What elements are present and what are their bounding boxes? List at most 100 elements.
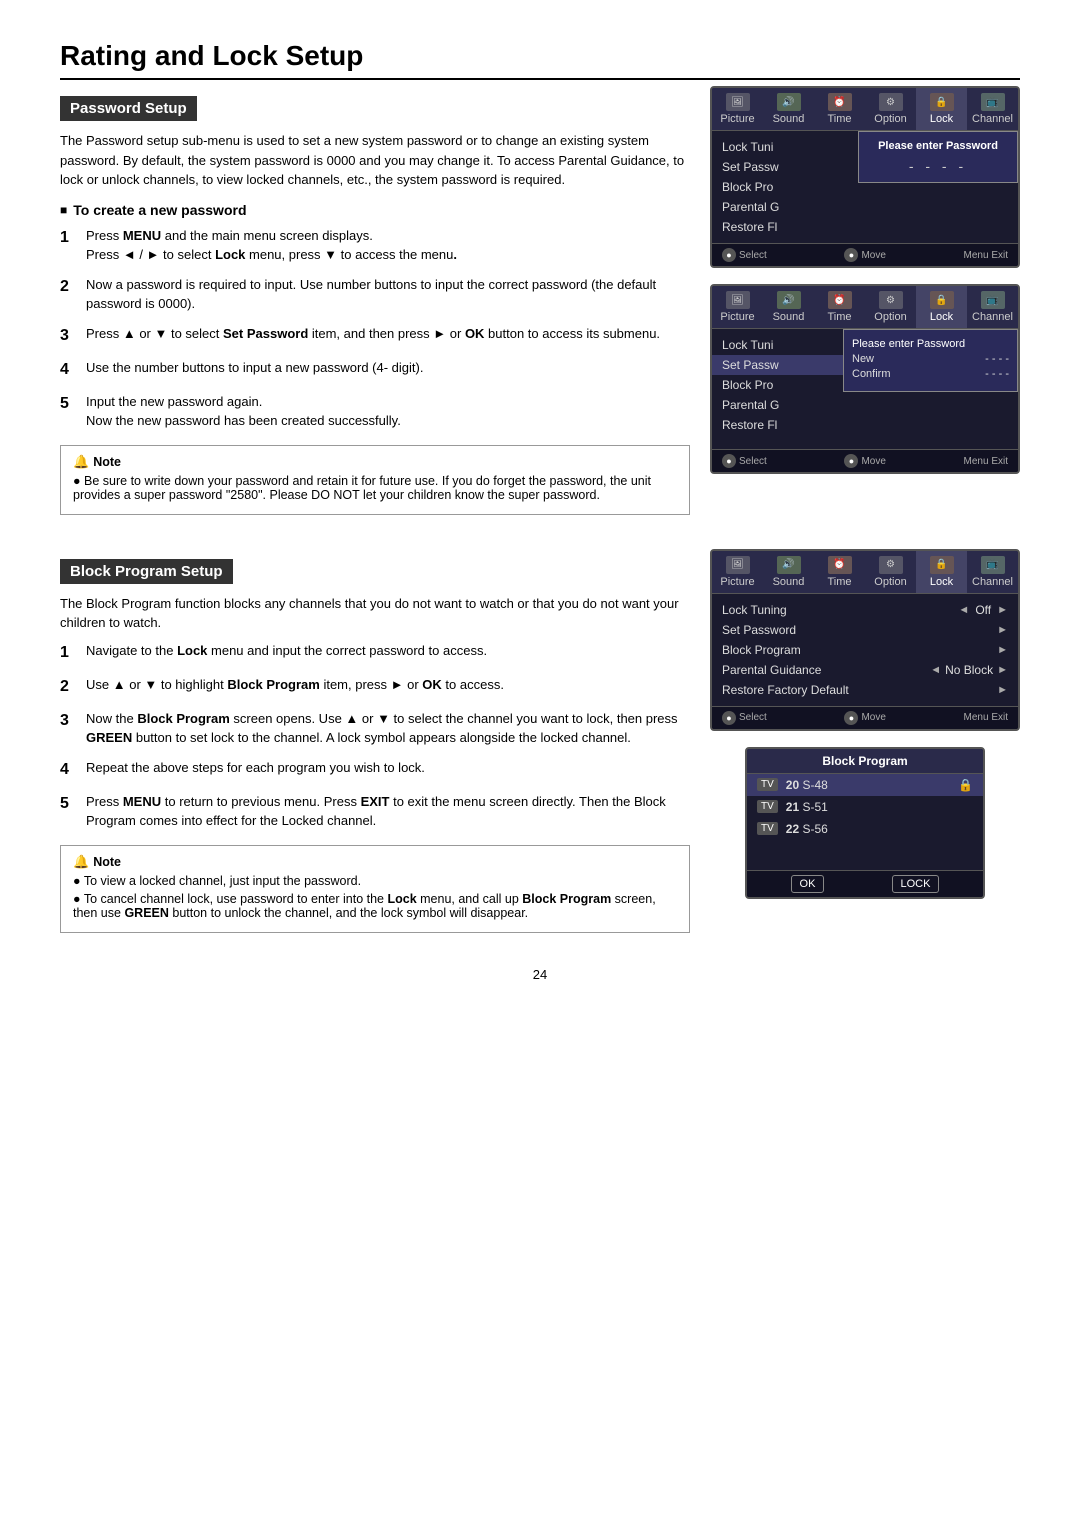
tv-footer-2: ● Select ● Move Menu Exit [712,449,1018,472]
move-btn-1: ● [844,248,858,262]
footer-exit-1: Menu Exit [964,248,1008,262]
new-label: New [852,353,874,365]
bp-ok-button[interactable]: OK [791,875,825,893]
bp-step-4: 4 Repeat the above steps for each progra… [60,758,690,782]
footer-move-1: ● Move [844,248,885,262]
time-icon-2: ⏰ [828,291,852,309]
tv-content-3: Lock Tuning ◄ Off ► Set Password ► Block… [712,594,1018,706]
new-dots: - - - - [985,353,1009,365]
bp-channel-row-1: TV 20 S-48 🔒 [747,774,983,796]
bp-step-1-text: Navigate to the Lock menu and input the … [86,641,487,665]
block-program-section: Block Program Setup The Block Program fu… [60,549,1020,947]
bp-step-3-num: 3 [60,709,76,748]
menu-channel-1: 📺 Channel [967,88,1018,130]
menu-time-label-2: Time [827,311,851,323]
picture-icon-2: 🖼 [726,291,750,309]
tv-menu-bar-2: 🖼 Picture 🔊 Sound ⏰ Time ⚙ Option 🔒 [712,286,1018,329]
parental-value: No Block [945,663,993,677]
bp-note-item-1: To view a locked channel, just input the… [73,874,677,888]
menu-sound-1: 🔊 Sound [763,88,814,130]
menu-picture-1: 🖼 Picture [712,88,763,130]
menu-channel-2: 📺 Channel [967,286,1018,328]
step-5-text: Input the new password again.Now the new… [86,392,401,431]
menu-lock-label-3: Lock [930,576,953,588]
menu-option-label-3: Option [874,576,906,588]
menu-channel-3: 📺 Channel [967,551,1018,593]
tv-panel-1: 🖼 Picture 🔊 Sound ⏰ Time ⚙ Option 🔒 [710,86,1020,268]
footer-move-2: ● Move [844,454,885,468]
bp-step-1: 1 Navigate to the Lock menu and input th… [60,641,690,665]
step-5: 5 Input the new password again.Now the n… [60,392,690,431]
lock-tuning-value: Off [975,603,991,617]
bp-panel-title: Block Program [747,749,983,774]
lock-icon-2: 🔒 [930,291,954,309]
bp-channel-num-1: 20 S-48 [786,778,828,792]
create-password-subtitle: To create a new password [60,202,690,218]
password-setup-section: Password Setup The Password setup sub-me… [60,86,1020,529]
step-4: 4 Use the number buttons to input a new … [60,358,690,382]
menu-picture-3: 🖼 Picture [712,551,763,593]
tv-footer-1: ● Select ● Move Menu Exit [712,243,1018,266]
step-1-num: 1 [60,226,76,265]
password-note-box: Note Be sure to write down your password… [60,445,690,515]
confirm-label: Confirm [852,368,891,380]
menu-lock-label-1: Lock [930,113,953,125]
bp-step-3-text: Now the Block Program screen opens. Use … [86,709,690,748]
menu-lock-3: 🔒 Lock [916,551,967,593]
bp-step-5-num: 5 [60,792,76,831]
sound-icon-1: 🔊 [777,93,801,111]
bp-lock-1: 🔒 [958,778,973,792]
channel-icon-1: 📺 [981,93,1005,111]
sound-icon-2: 🔊 [777,291,801,309]
bp-step-1-num: 1 [60,641,76,665]
footer-select-2: ● Select [722,454,767,468]
menu-picture-2: 🖼 Picture [712,286,763,328]
menu-time-1: ⏰ Time [814,88,865,130]
step-2-num: 2 [60,275,76,314]
password-dots-1: - - - - [867,158,1009,174]
password-setup-left: Password Setup The Password setup sub-me… [60,86,690,529]
step-4-num: 4 [60,358,76,382]
menu-sound-3: 🔊 Sound [763,551,814,593]
dialog-title-1: Please enter Password [867,140,1009,152]
footer-select-3: ● Select [722,711,767,725]
menu-picture-label-3: Picture [720,576,754,588]
tv-menu-bar-3: 🖼 Picture 🔊 Sound ⏰ Time ⚙ Option [712,551,1018,594]
tv-menu-bar-1: 🖼 Picture 🔊 Sound ⏰ Time ⚙ Option 🔒 [712,88,1018,131]
footer-select-1: ● Select [722,248,767,262]
bp-note-item-2: To cancel channel lock, use password to … [73,892,677,920]
step-2: 2 Now a password is required to input. U… [60,275,690,314]
block-program-right: 🖼 Picture 🔊 Sound ⏰ Time ⚙ Option [710,549,1020,947]
tv-content-1: Lock Tuni Set Passw Block Pro Parental G… [712,131,1018,243]
password-confirm-row: Confirm - - - - [852,368,1009,380]
tv-row-parental-1: Parental G [712,197,1018,217]
select-btn-2: ● [722,454,736,468]
password-note-list: Be sure to write down your password and … [73,474,677,502]
menu-sound-label-1: Sound [773,113,805,125]
menu-sound-label-3: Sound [773,576,805,588]
bp-badge-3: TV [757,822,778,835]
menu-picture-label-1: Picture [720,113,754,125]
channel-icon-3: 📺 [981,556,1005,574]
footer-move-3: ● Move [844,711,885,725]
option-icon-1: ⚙ [879,93,903,111]
step-1: 1 Press MENU and the main menu screen di… [60,226,690,265]
sound-icon-3: 🔊 [777,556,801,574]
password-setup-right: 🖼 Picture 🔊 Sound ⏰ Time ⚙ Option 🔒 [710,86,1020,529]
bp-footer: OK LOCK [747,870,983,897]
password-dialog-1: Please enter Password - - - - [858,131,1018,183]
tv-panel-3: 🖼 Picture 🔊 Sound ⏰ Time ⚙ Option [710,549,1020,731]
select-btn-1: ● [722,248,736,262]
time-icon-3: ⏰ [828,556,852,574]
menu-option-label-2: Option [874,311,906,323]
bp-lock-button[interactable]: LOCK [892,875,940,893]
bp-step-2-num: 2 [60,675,76,699]
password-note-title: Note [73,454,677,470]
step-5-num: 5 [60,392,76,431]
block-program-note-list: To view a locked channel, just input the… [73,874,677,920]
menu-lock-1: 🔒 Lock [916,88,967,130]
block-program-layout: Block Program Setup The Block Program fu… [60,549,1020,947]
menu-option-2: ⚙ Option [865,286,916,328]
step-3-text: Press ▲ or ▼ to select Set Password item… [86,324,660,348]
bp-step-2: 2 Use ▲ or ▼ to highlight Block Program … [60,675,690,699]
